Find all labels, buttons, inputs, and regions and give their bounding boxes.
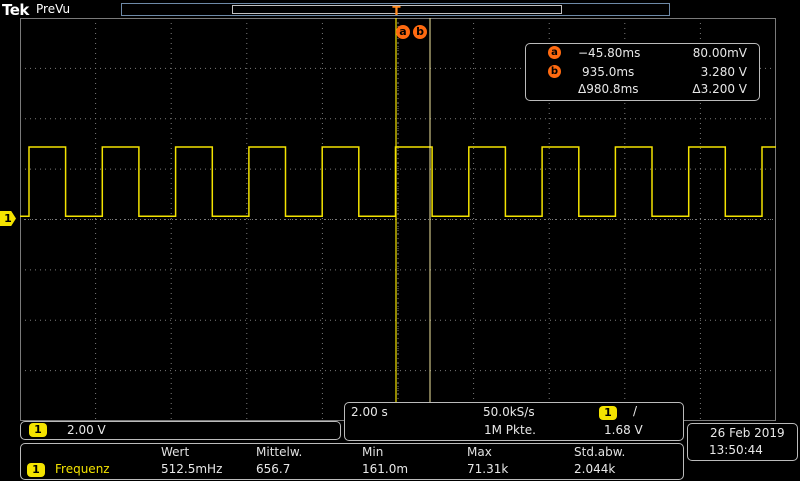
cursor-b-voltage: 3.280 V	[700, 65, 747, 79]
cursor-delta-time: Δ980.8ms	[578, 82, 639, 96]
ch1-ground-marker[interactable]: 1	[0, 211, 16, 226]
meas-max: 71.31k	[467, 462, 509, 476]
cursor-b-time: 935.0ms	[582, 65, 635, 79]
meas-name: Frequenz	[55, 462, 110, 476]
meas-header-max: Max	[467, 445, 492, 459]
ch1-scale-panel[interactable]: 1 2.00 V	[20, 421, 341, 440]
cursor-b-readout-badge: b	[548, 65, 561, 78]
record-length: 1M Pkte.	[484, 423, 536, 437]
meas-header-min: Min	[362, 445, 384, 459]
cursor-a-badge[interactable]: a	[396, 25, 410, 39]
cursor-a-voltage: 80.00mV	[692, 46, 747, 60]
cursor-a-readout-badge: a	[548, 46, 561, 59]
timebase: 2.00 s	[351, 405, 388, 419]
time: 13:50:44	[709, 443, 763, 457]
acquisition-mode-label: PreVu	[36, 2, 71, 16]
meas-header-value: Wert	[161, 445, 190, 459]
cursor-a-time: −45.80ms	[578, 46, 641, 60]
meas-header-mean: Mittelw.	[256, 445, 303, 459]
measurement-panel[interactable]: Wert Mittelw. Min Max Std.abw. 1 Frequen…	[20, 443, 684, 480]
ch1-waveform	[20, 146, 776, 218]
cursor-readout[interactable]: a −45.80ms 80.00mV b 935.0ms 3.280 V Δ98…	[525, 43, 760, 101]
trigger-level: 1.68 V	[604, 423, 643, 437]
trigger-position-marker[interactable]: T	[391, 5, 402, 18]
meas-header-stddev: Std.abw.	[574, 445, 626, 459]
trigger-source-badge: 1	[599, 406, 617, 420]
sample-rate: 50.0kS/s	[483, 405, 535, 419]
meas-min: 161.0m	[362, 462, 409, 476]
cursor-b-badge[interactable]: b	[413, 25, 427, 39]
trigger-slope-icon: /	[633, 404, 638, 418]
brand-logo: Tek	[2, 1, 29, 19]
meas-stddev: 2.044k	[574, 462, 616, 476]
cursor-delta-voltage: Δ3.200 V	[692, 82, 747, 96]
meas-value: 512.5mHz	[161, 462, 223, 476]
datetime-panel[interactable]: 26 Feb 2019 13:50:44	[687, 423, 798, 461]
date: 26 Feb 2019	[710, 426, 785, 440]
ch1-badge: 1	[29, 423, 47, 437]
ch1-scale: 2.00 V	[67, 423, 106, 437]
acquisition-panel[interactable]: 2.00 s 50.0kS/s 1 / 1M Pkte. 1.68 V	[344, 402, 684, 441]
meas-mean: 656.7	[256, 462, 291, 476]
meas-channel-badge: 1	[27, 463, 45, 477]
